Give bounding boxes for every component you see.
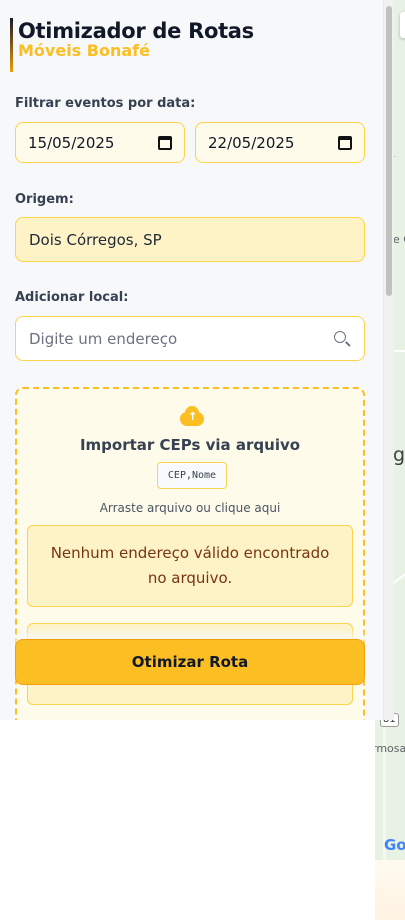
date-filter-label: Filtrar eventos por data: [15, 96, 196, 111]
calendar-icon[interactable] [338, 135, 352, 150]
end-date-input[interactable]: 22/05/2025 [195, 122, 365, 163]
add-location-label: Adicionar local: [15, 290, 129, 305]
end-date-value: 22/05/2025 [208, 133, 295, 152]
optimize-route-button[interactable]: Otimizar Rota [15, 639, 365, 685]
start-date-input[interactable]: 15/05/2025 [15, 122, 185, 163]
address-placeholder: Digite um endereço [29, 329, 178, 348]
origin-label: Origem: [15, 192, 74, 207]
start-date-value: 15/05/2025 [28, 133, 115, 152]
sidebar: Otimizador de Rotas Móveis Bonafé Filtra… [0, 0, 384, 720]
address-search-input[interactable]: Digite um endereço [15, 316, 365, 361]
brand-header: Otimizador de Rotas Móveis Bonafé [10, 18, 254, 72]
origin-input[interactable]: Dois Córregos, SP [15, 217, 365, 262]
bottom-fade [375, 860, 405, 920]
map-label: g [393, 444, 405, 466]
import-message-text: Nenhum endereço válido encontrado no arq… [50, 544, 330, 587]
scrollbar-thumb[interactable] [386, 6, 392, 296]
map-control[interactable] [400, 12, 405, 38]
dropzone-hint: Arraste arquivo ou clique aqui [99, 501, 281, 515]
google-logo: Go [384, 836, 405, 854]
cloud-upload-icon: ↑ [176, 404, 208, 428]
calendar-icon[interactable] [158, 135, 172, 150]
map-label: e C [393, 233, 405, 246]
file-format-badge: CEP,Nome [157, 462, 227, 489]
origin-value: Dois Córregos, SP [29, 230, 162, 249]
app-page: gr e C g rmosa 81 Go Otimizador de Rotas… [0, 0, 405, 920]
search-icon[interactable] [333, 330, 351, 348]
map-label: rmosa [375, 742, 405, 755]
company-name: Móveis Bonafé [18, 41, 150, 60]
import-message: Nenhum endereço válido encontrado no arq… [27, 525, 353, 607]
import-title: Importar CEPs via arquivo [79, 436, 301, 454]
